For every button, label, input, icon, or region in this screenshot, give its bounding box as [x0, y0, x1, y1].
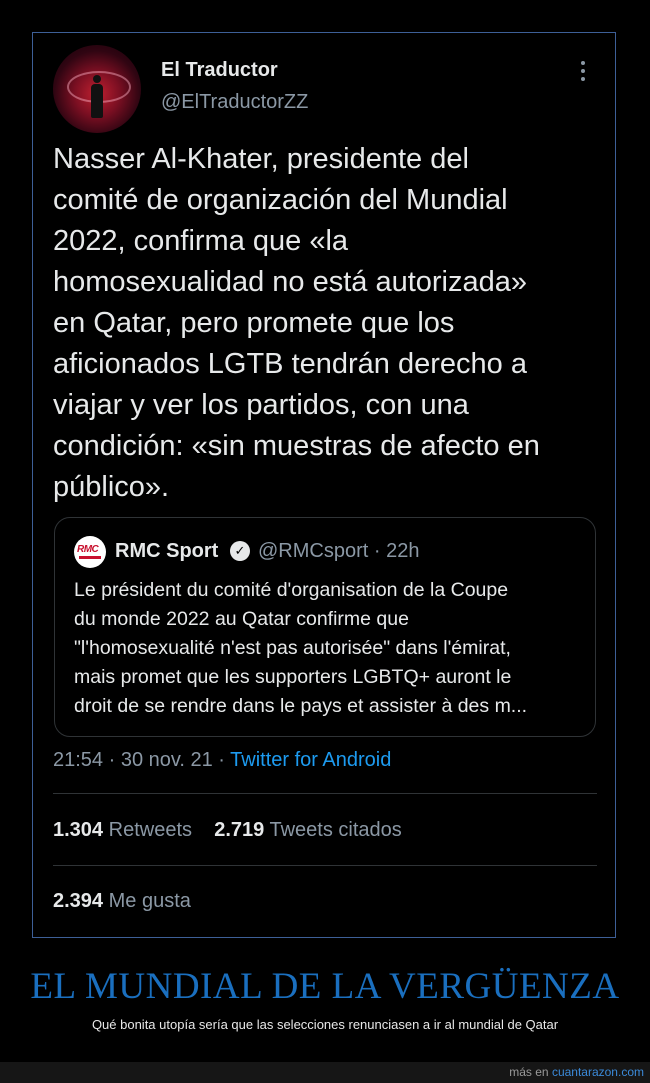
retweets-count: 1.304	[53, 819, 104, 841]
timestamp-text: 21:54 · 30 nov. 21 ·	[53, 749, 231, 771]
quoted-author-meta: @RMCsport · 22h	[258, 540, 420, 562]
retweets-label: Retweets	[108, 819, 192, 841]
footer: más en cuantarazon.com	[509, 1065, 644, 1079]
likes-label: Me gusta	[108, 890, 191, 912]
quotes-label: Tweets citados	[269, 819, 402, 841]
footer-prefix: más en	[509, 1065, 552, 1079]
retweet-stats[interactable]: 1.304 Retweets 2.719 Tweets citados	[53, 819, 402, 842]
like-stats[interactable]: 2.394 Me gusta	[53, 890, 191, 913]
author-handle[interactable]: @ElTraductorZZ	[161, 91, 308, 114]
verified-badge-icon: ✓	[230, 541, 250, 561]
more-vertical-icon[interactable]	[573, 57, 593, 85]
rmc-logo-text: RMC	[77, 544, 99, 555]
quoted-author-name: RMC Sport	[115, 540, 219, 562]
author-name[interactable]: El Traductor	[161, 59, 278, 82]
avatar-figure-body	[91, 84, 103, 118]
likes-count: 2.394	[53, 890, 104, 912]
tweet-card: El Traductor @ElTraductorZZ Nasser Al-Kh…	[32, 32, 616, 938]
footer-site-link[interactable]: cuantarazon.com	[552, 1065, 644, 1079]
divider	[53, 793, 597, 794]
avatar-figure-head	[93, 75, 101, 83]
post-title: EL MUNDIAL DE LA VERGÜENZA	[30, 966, 620, 1007]
source-link[interactable]: Twitter for Android	[230, 749, 391, 771]
quotes-count: 2.719	[214, 819, 265, 841]
rmc-logo-bar	[79, 556, 101, 559]
quoted-tweet[interactable]: RMC RMC Sport ✓ @RMCsport · 22h Le prési…	[54, 517, 596, 737]
more-dot	[581, 61, 585, 65]
more-dot	[581, 77, 585, 81]
more-dot	[581, 69, 585, 73]
author-avatar[interactable]	[53, 45, 141, 133]
tweet-timestamp: 21:54 · 30 nov. 21 · Twitter for Android	[53, 749, 391, 772]
tweet-text: Nasser Al-Khater, presidente del comité …	[53, 143, 540, 503]
quoted-tweet-text: Le président du comité d'organisation de…	[74, 579, 528, 717]
divider	[53, 865, 597, 866]
rmc-logo-icon: RMC	[74, 536, 106, 568]
post-subtitle: Qué bonita utopía sería que las seleccio…	[91, 1017, 559, 1032]
